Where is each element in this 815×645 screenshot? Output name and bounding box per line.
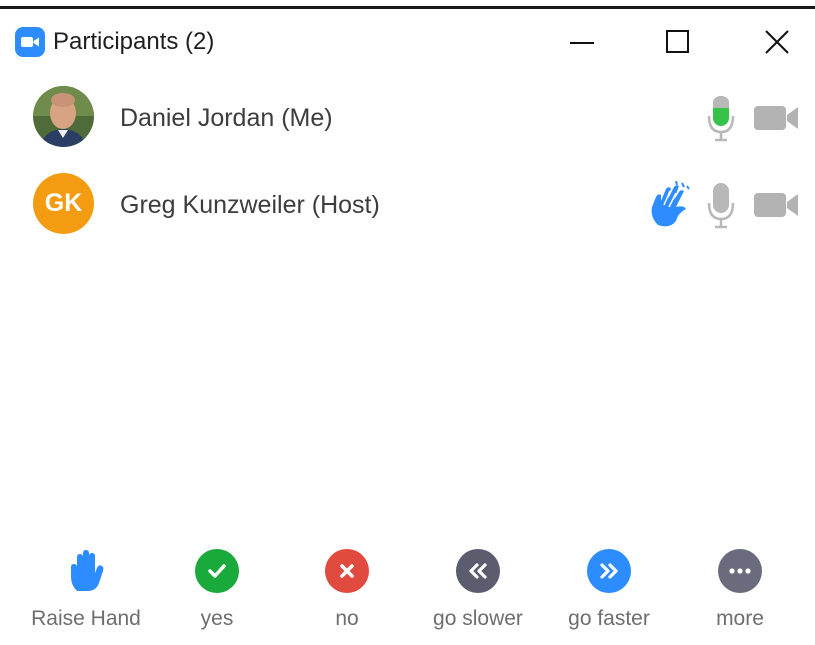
- avatar-initials: GK: [33, 173, 94, 234]
- maximize-icon: [666, 30, 689, 53]
- raise-hand-label: Raise Hand: [31, 607, 141, 630]
- rewind-icon-wrapper: [456, 549, 500, 593]
- ellipsis-icon: [718, 549, 762, 593]
- reactions-bar: Raise Hand yes no go slower go faster mo…: [0, 545, 815, 645]
- yes-button[interactable]: yes: [152, 545, 282, 640]
- raise-hand-icon: [64, 549, 108, 593]
- fast-forward-icon-wrapper: [587, 549, 631, 593]
- video-off-icon[interactable]: [754, 191, 800, 219]
- title-bar: Participants (2): [0, 10, 815, 70]
- microphone-icon[interactable]: [706, 181, 736, 231]
- x-icon-wrapper: [325, 549, 369, 593]
- participant-name: Daniel Jordan (Me): [120, 104, 333, 132]
- participant-row-daniel-jordan[interactable]: Daniel Jordan (Me): [0, 76, 815, 162]
- window-top-border: [0, 6, 815, 9]
- go-slower-label: go slower: [433, 607, 523, 630]
- no-button[interactable]: no: [282, 545, 412, 640]
- check-icon-wrapper: [195, 549, 239, 593]
- avatar: [33, 86, 94, 147]
- rewind-icon: [456, 549, 500, 593]
- maximize-button[interactable]: [658, 22, 698, 62]
- more-label: more: [716, 607, 764, 630]
- ellipsis-icon-wrapper: [718, 549, 762, 593]
- yes-label: yes: [200, 607, 234, 630]
- participant-name: Greg Kunzweiler (Host): [120, 191, 380, 219]
- more-button[interactable]: more: [675, 545, 805, 640]
- participant-row-greg-kunzweiler[interactable]: GK Greg Kunzweiler (Host): [0, 163, 815, 249]
- raise-hand-button[interactable]: Raise Hand: [21, 545, 151, 640]
- close-icon: [765, 30, 789, 54]
- fast-forward-icon: [587, 549, 631, 593]
- video-off-icon[interactable]: [754, 104, 800, 132]
- window-title: Participants (2): [53, 28, 215, 55]
- zoom-app-icon: [15, 27, 45, 57]
- go-faster-label: go faster: [568, 607, 650, 630]
- microphone-active-icon[interactable]: [706, 94, 736, 144]
- minimize-icon: [570, 42, 594, 44]
- go-faster-button[interactable]: go faster: [544, 545, 674, 640]
- no-label: no: [335, 607, 359, 630]
- close-button[interactable]: [757, 22, 797, 62]
- check-icon: [195, 549, 239, 593]
- minimize-button[interactable]: [562, 22, 602, 62]
- clap-icon: [648, 181, 692, 229]
- go-slower-button[interactable]: go slower: [413, 545, 543, 640]
- x-icon: [325, 549, 369, 593]
